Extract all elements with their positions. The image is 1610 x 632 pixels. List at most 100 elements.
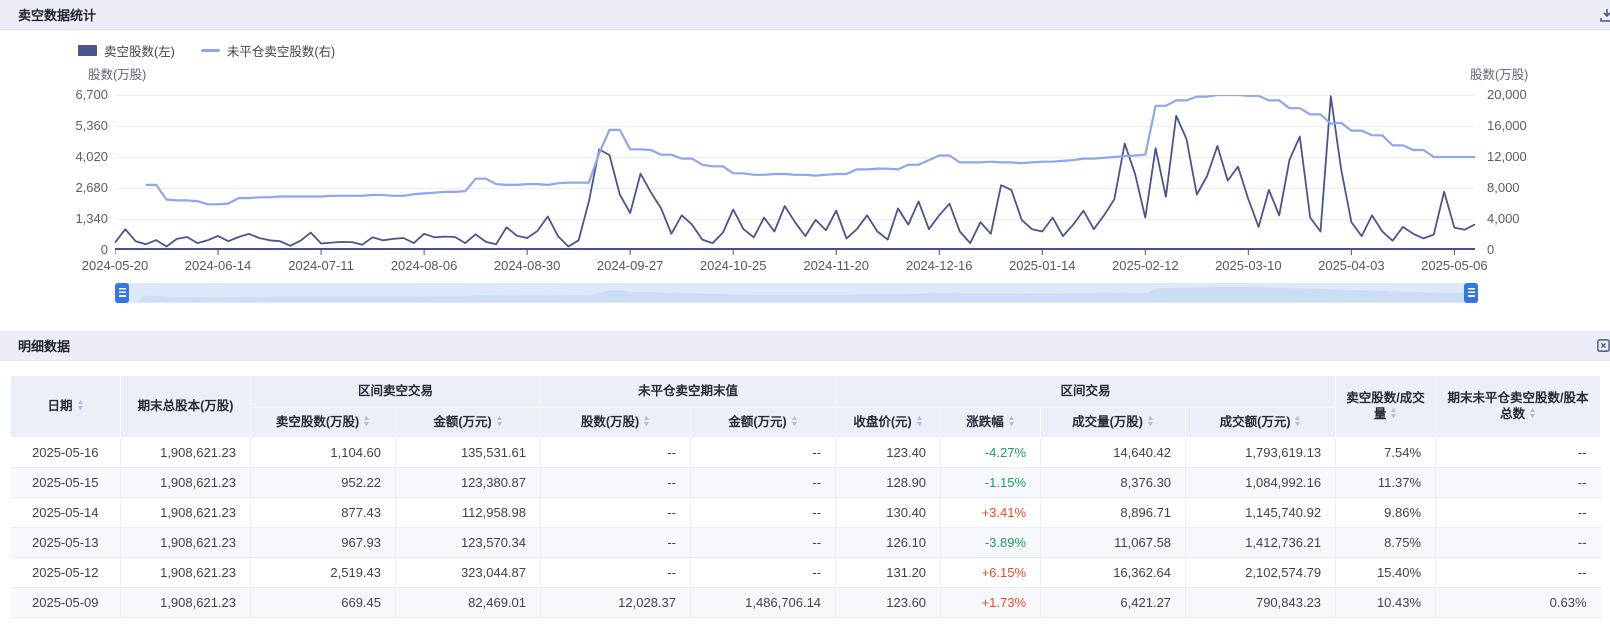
cell-total-equity: 1,908,621.23 (121, 588, 251, 618)
datazoom-left-handle[interactable] (115, 283, 129, 303)
cell-date: 2025-05-15 (11, 468, 121, 498)
cell-turnover: 1,145,740.92 (1186, 498, 1336, 528)
cell-ratio-short-vol: 7.54% (1336, 438, 1436, 468)
cell-volume: 16,362.64 (1041, 558, 1186, 588)
cell-close: 130.40 (836, 498, 941, 528)
cell-total-equity: 1,908,621.23 (121, 558, 251, 588)
legend-label: 卖空股数(左) (104, 41, 175, 60)
cell-open-amount: -- (691, 438, 836, 468)
cell-volume: 14,640.42 (1041, 438, 1186, 468)
detail-panel-header: 明细数据 (0, 331, 1610, 361)
datazoom-right-handle[interactable] (1464, 283, 1478, 303)
cell-volume: 8,896.71 (1041, 498, 1186, 528)
chart-canvas[interactable] (115, 95, 1475, 257)
chart-legend: 卖空股数(左) 未平仓卖空股数(右) (78, 41, 335, 60)
col-header-ratio-open-equity[interactable]: 期末未平仓卖空股数/股本总数▲▼ (1436, 376, 1601, 438)
cell-short-shares: 669.45 (251, 588, 396, 618)
cell-change: +3.41% (941, 498, 1041, 528)
cell-open-amount: -- (691, 528, 836, 558)
x-tick-label: 2024-08-30 (475, 258, 579, 273)
cell-ratio-open-equity: -- (1436, 438, 1601, 468)
series-line-short-shares[interactable] (115, 96, 1475, 246)
cell-short-amount: 123,570.34 (396, 528, 541, 558)
left-y-tick-label: 4,020 (30, 149, 108, 164)
right-y-tick-label: 0 (1487, 242, 1494, 257)
download-icon[interactable] (1599, 7, 1610, 23)
cell-change: +6.15% (941, 558, 1041, 588)
export-icon[interactable] (1596, 338, 1610, 354)
x-tick-label: 2025-01-14 (990, 258, 1094, 273)
col-header-short-shares[interactable]: 卖空股数(万股)▲▼ (251, 408, 396, 438)
sort-icon: ▲▼ (916, 415, 923, 427)
cell-close: 123.60 (836, 588, 941, 618)
legend-label: 未平仓卖空股数(右) (227, 41, 335, 60)
grip-icon (1468, 288, 1475, 298)
left-axis-title: 股数(万股) (88, 64, 146, 83)
table-row: 2025-05-131,908,621.23967.93123,570.34--… (11, 528, 1601, 558)
legend-item-short-shares[interactable]: 卖空股数(左) (78, 41, 175, 60)
series-line-open-short-shares[interactable] (146, 95, 1475, 204)
group-header-open-short: 未平仓卖空期末值 (541, 376, 836, 408)
col-header-volume[interactable]: 成交量(万股)▲▼ (1041, 408, 1186, 438)
cell-ratio-open-equity: -- (1436, 558, 1601, 588)
datazoom-slider[interactable] (115, 283, 1478, 303)
col-header-short-amount[interactable]: 金额(万元)▲▼ (396, 408, 541, 438)
cell-turnover: 2,102,574.79 (1186, 558, 1336, 588)
legend-swatch-line-icon (201, 49, 220, 52)
cell-close: 131.20 (836, 558, 941, 588)
cell-total-equity: 1,908,621.23 (121, 468, 251, 498)
cell-volume: 6,421.27 (1041, 588, 1186, 618)
sort-icon: ▲▼ (1294, 415, 1301, 427)
cell-open-shares: -- (541, 468, 691, 498)
left-y-tick-label: 5,360 (30, 118, 108, 133)
cell-date: 2025-05-12 (11, 558, 121, 588)
col-header-close[interactable]: 收盘价(元)▲▼ (836, 408, 941, 438)
detail-table: 日期▲▼ 期末总股本(万股) 区间卖空交易 未平仓卖空期末值 区间交易 卖空股数… (10, 375, 1601, 618)
chart-plot-area[interactable] (115, 95, 1475, 257)
short-sale-chart: 卖空股数(左) 未平仓卖空股数(右) 股数(万股) 股数(万股) 2024-05… (0, 30, 1610, 331)
x-tick-label: 2024-11-20 (784, 258, 888, 273)
col-header-ratio-short-vol[interactable]: 卖空股数/成交量▲▼ (1336, 376, 1436, 438)
cell-short-shares: 967.93 (251, 528, 396, 558)
col-header-turnover[interactable]: 成交额(万元)▲▼ (1186, 408, 1336, 438)
cell-open-shares: -- (541, 438, 691, 468)
table-row: 2025-05-091,908,621.23669.4582,469.0112,… (11, 588, 1601, 618)
x-tick-label: 2025-03-10 (1196, 258, 1300, 273)
left-y-tick-label: 1,340 (30, 211, 108, 226)
detail-table-section: 日期▲▼ 期末总股本(万股) 区间卖空交易 未平仓卖空期末值 区间交易 卖空股数… (0, 361, 1610, 618)
x-tick-label: 2024-10-25 (681, 258, 785, 273)
col-header-open-amount[interactable]: 金额(万元)▲▼ (691, 408, 836, 438)
legend-item-open-short-shares[interactable]: 未平仓卖空股数(右) (201, 41, 335, 60)
table-row: 2025-05-141,908,621.23877.43112,958.98--… (11, 498, 1601, 528)
x-tick-label: 2024-07-11 (269, 258, 373, 273)
cell-turnover: 1,793,619.13 (1186, 438, 1336, 468)
cell-short-amount: 323,044.87 (396, 558, 541, 588)
x-tick-label: 2024-08-06 (372, 258, 476, 273)
datazoom-silhouette (115, 283, 1478, 303)
cell-open-shares: -- (541, 498, 691, 528)
col-header-date[interactable]: 日期▲▼ (11, 376, 121, 438)
col-header-open-shares[interactable]: 股数(万股)▲▼ (541, 408, 691, 438)
cell-ratio-short-vol: 15.40% (1336, 558, 1436, 588)
sort-icon: ▲▼ (1390, 407, 1397, 419)
right-axis-title: 股数(万股) (1470, 64, 1528, 83)
right-y-tick-label: 20,000 (1487, 87, 1527, 102)
cell-date: 2025-05-09 (11, 588, 121, 618)
cell-change: -1.15% (941, 468, 1041, 498)
cell-ratio-short-vol: 9.86% (1336, 498, 1436, 528)
cell-date: 2025-05-14 (11, 498, 121, 528)
sort-icon: ▲▼ (496, 415, 503, 427)
chart-panel-header: 卖空数据统计 (0, 0, 1610, 30)
group-header-short-trading: 区间卖空交易 (251, 376, 541, 408)
sort-icon: ▲▼ (1147, 415, 1154, 427)
col-header-change[interactable]: 涨跌幅▲▼ (941, 408, 1041, 438)
cell-ratio-short-vol: 8.75% (1336, 528, 1436, 558)
cell-turnover: 790,843.23 (1186, 588, 1336, 618)
cell-short-shares: 1,104.60 (251, 438, 396, 468)
table-row: 2025-05-161,908,621.231,104.60135,531.61… (11, 438, 1601, 468)
cell-open-amount: 1,486,706.14 (691, 588, 836, 618)
chart-panel-title: 卖空数据统计 (18, 5, 96, 24)
cell-short-shares: 2,519.43 (251, 558, 396, 588)
col-header-total-equity: 期末总股本(万股) (121, 376, 251, 438)
cell-open-amount: -- (691, 468, 836, 498)
